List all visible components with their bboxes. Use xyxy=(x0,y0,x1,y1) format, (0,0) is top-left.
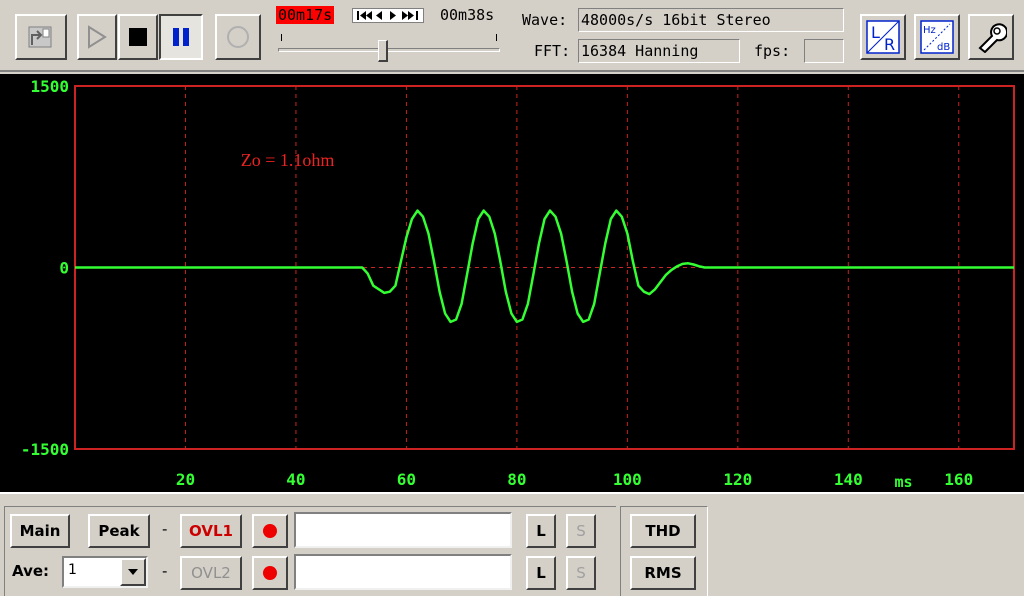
pause-icon xyxy=(173,28,189,46)
stop-button[interactable] xyxy=(118,14,158,60)
pause-button[interactable] xyxy=(159,14,203,60)
x-tick-label: 80 xyxy=(507,470,526,489)
chevron-down-icon xyxy=(128,569,138,575)
ovl2-label: OVL2 xyxy=(191,564,231,582)
export-icon xyxy=(28,26,52,48)
record-button[interactable] xyxy=(215,14,261,60)
x-tick-label: 20 xyxy=(176,470,195,489)
dash-2: - xyxy=(162,562,168,580)
fft-value: 16384 Hanning xyxy=(581,42,699,60)
y-tick-label: 1500 xyxy=(30,77,69,96)
settings-button[interactable] xyxy=(968,14,1014,60)
slider-tick-right xyxy=(496,34,497,41)
x-axis-label: ms xyxy=(894,473,912,491)
lr-channel-icon: L R xyxy=(866,20,900,54)
main-button[interactable]: Main xyxy=(10,514,70,548)
rms-label: RMS xyxy=(644,564,682,582)
stop-icon xyxy=(129,28,147,46)
ave-value: 1 xyxy=(68,562,77,578)
peak-button[interactable]: Peak xyxy=(88,514,150,548)
waveform-chart: 1500 0 -1500 20 40 60 80 100 120 140 160 ms Zo = 1.1… xyxy=(21,77,1015,491)
x-tick-label: 140 xyxy=(834,470,863,489)
db-text: dB xyxy=(937,42,950,53)
fps-value-field xyxy=(804,39,844,63)
ch2-s-label: S xyxy=(576,564,586,582)
position-slider[interactable] xyxy=(278,30,500,64)
peak-label: Peak xyxy=(98,522,140,540)
y-tick-label: 0 xyxy=(59,259,69,278)
ave-select[interactable]: 1 xyxy=(62,556,148,588)
ave-dropdown-button[interactable] xyxy=(120,558,146,586)
x-tick-label: 60 xyxy=(397,470,416,489)
slider-track xyxy=(278,48,500,52)
wave-value-field: 48000s/s 16bit Stereo xyxy=(578,8,844,32)
x-tick-label: 120 xyxy=(723,470,752,489)
x-tick-label: 40 xyxy=(286,470,305,489)
rewind-ff-icon xyxy=(357,11,418,20)
record-dot-icon xyxy=(263,524,277,538)
hz-db-button[interactable]: Hz dB xyxy=(914,14,960,60)
ch2-s-button[interactable]: S xyxy=(566,556,596,590)
ch2-l-label: L xyxy=(536,564,546,582)
record-icon xyxy=(227,26,249,48)
ch1-text-input[interactable] xyxy=(294,512,512,548)
record-ch1-button[interactable] xyxy=(252,514,288,548)
scope-display: 1500 0 -1500 20 40 60 80 100 120 140 160 ms Zo = 1.1… xyxy=(0,74,1024,492)
hz-db-icon: Hz dB xyxy=(920,20,954,54)
total-time: 00m38s xyxy=(440,6,495,24)
wave-value: 48000s/s 16bit Stereo xyxy=(581,11,771,29)
ch2-l-button[interactable]: L xyxy=(526,556,556,590)
slider-thumb[interactable] xyxy=(377,40,388,62)
fft-value-field: 16384 Hanning xyxy=(578,39,740,63)
seek-buttons[interactable] xyxy=(352,8,424,23)
thd-button[interactable]: THD xyxy=(630,514,696,548)
fft-label: FFT: xyxy=(534,42,571,60)
slider-tick-left xyxy=(281,34,282,41)
ave-label: Ave: xyxy=(12,562,50,580)
y-tick-label: -1500 xyxy=(21,440,69,459)
ch1-s-button[interactable]: S xyxy=(566,514,596,548)
lr-l: L xyxy=(871,23,880,42)
ch1-l-button[interactable]: L xyxy=(526,514,556,548)
thd-label: THD xyxy=(645,522,681,540)
annotation-label: Zo = 1.1ohm xyxy=(241,150,335,170)
ch2-text-input[interactable] xyxy=(294,554,512,590)
lr-r: R xyxy=(884,35,895,54)
play-button[interactable] xyxy=(77,14,117,60)
wave-label: Wave: xyxy=(522,11,568,29)
dash-1: - xyxy=(162,520,168,538)
ovl2-indicator: OVL2 xyxy=(180,556,242,590)
main-label: Main xyxy=(19,522,61,540)
play-icon xyxy=(88,25,107,49)
ovl1-label: OVL1 xyxy=(189,522,233,540)
ch1-l-label: L xyxy=(536,522,546,540)
fps-label: fps: xyxy=(754,42,791,60)
export-button[interactable] xyxy=(15,14,67,60)
elapsed-time: 00m17s xyxy=(276,6,335,24)
record-dot-icon xyxy=(263,566,277,580)
x-tick-label: 100 xyxy=(613,470,642,489)
x-tick-label: 160 xyxy=(944,470,973,489)
lr-channel-button[interactable]: L R xyxy=(860,14,906,60)
ch1-s-label: S xyxy=(576,522,586,540)
ovl1-indicator: OVL1 xyxy=(180,514,242,548)
record-ch2-button[interactable] xyxy=(252,556,288,590)
hz-text: Hz xyxy=(923,25,936,36)
waveform-trace xyxy=(75,209,1014,324)
settings-wrench-icon xyxy=(978,23,1007,53)
rms-button[interactable]: RMS xyxy=(630,556,696,590)
